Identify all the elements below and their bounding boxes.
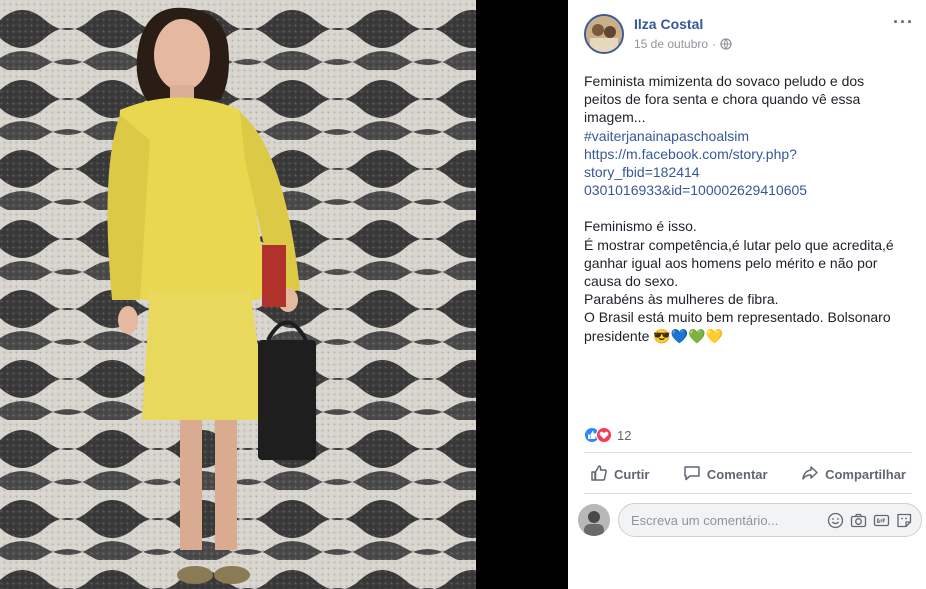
comment-field[interactable] (618, 503, 922, 537)
sticker-icon[interactable] (896, 512, 913, 529)
user-avatar[interactable] (578, 504, 610, 536)
like-label: Curtir (614, 466, 650, 482)
photo-viewer (0, 0, 568, 589)
comment-input[interactable] (631, 512, 827, 528)
post-actions: Curtir Comentar Compartilhar (584, 458, 912, 490)
globe-icon[interactable] (720, 38, 732, 50)
love-icon (596, 427, 612, 443)
camera-icon[interactable] (850, 512, 867, 529)
share-button[interactable]: Compartilhar (795, 458, 912, 490)
post-text: Feminista mimizenta do sovaco peludo e d… (584, 72, 914, 345)
comment-label: Comentar (706, 466, 768, 482)
share-label: Compartilhar (825, 466, 906, 482)
post-header: Ilza Costal 15 de outubro · ··· (584, 12, 914, 56)
comment-composer (578, 503, 922, 537)
share-icon (801, 464, 819, 485)
comment-tools (827, 512, 913, 529)
comment-icon (683, 464, 701, 485)
divider-bottom (584, 493, 912, 494)
reaction-count[interactable]: 12 (617, 428, 631, 443)
thumbs-up-icon (590, 464, 608, 485)
reactions-summary[interactable]: 12 (584, 425, 631, 445)
post-date[interactable]: 15 de outubro (634, 37, 708, 51)
author-avatar[interactable] (584, 14, 624, 54)
gif-icon[interactable] (873, 512, 890, 529)
post-panel: Ilza Costal 15 de outubro · ··· Feminist… (568, 0, 926, 589)
hashtag-link[interactable]: #vaiterjanainapaschoalsim (584, 127, 914, 145)
post-photo[interactable] (0, 0, 476, 589)
more-options-button[interactable]: ··· (893, 12, 914, 33)
divider-top (584, 452, 912, 453)
emoji-icon[interactable] (827, 512, 844, 529)
like-button[interactable]: Curtir (584, 458, 655, 490)
comment-button[interactable]: Comentar (677, 458, 774, 490)
post-meta: 15 de outubro · (634, 37, 732, 51)
post-text-body: Feminismo é isso. É mostrar competência,… (584, 218, 894, 344)
author-name[interactable]: Ilza Costal (634, 16, 703, 32)
story-link[interactable]: https://m.facebook.com/story.php? story_… (584, 145, 914, 200)
post-text-intro: Feminista mimizenta do sovaco peludo e d… (584, 73, 865, 126)
